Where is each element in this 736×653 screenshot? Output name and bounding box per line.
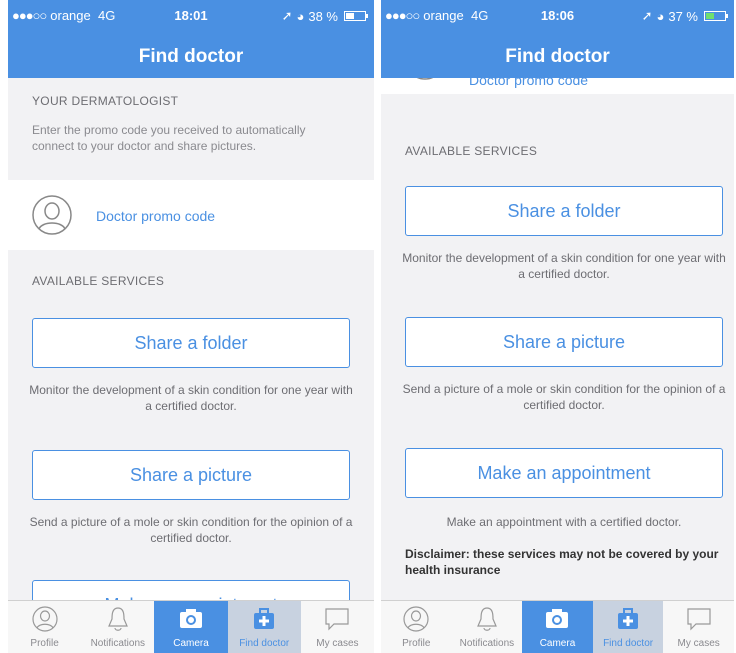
profile-icon — [403, 606, 429, 632]
alarm-icon: ◕ — [656, 8, 665, 24]
header: ●●●○○ orange 4G 18:06 ➚ ◕ 37 % Find docto… — [381, 0, 734, 78]
share-folder-description: Monitor the development of a skin condit… — [29, 383, 353, 413]
tab-label: My cases — [316, 638, 359, 649]
tab-label: Camera — [173, 638, 209, 649]
tab-label: Notifications — [90, 638, 146, 649]
status-bar: ●●●○○ orange 4G 18:06 ➚ ◕ 37 % — [381, 8, 734, 26]
status-bar: ●●●○○ orange 4G 18:01 ➚ ◕ 38 % — [8, 8, 374, 26]
tab-profile[interactable]: Profile — [381, 601, 452, 653]
tab-camera[interactable]: Camera — [522, 601, 593, 653]
tab-profile[interactable]: Profile — [8, 601, 81, 653]
tab-bar: Profile Notifications Camera Find doctor… — [381, 600, 734, 653]
doctor-promo-code-link[interactable]: Doctor promo code — [469, 78, 588, 88]
disclaimer-text: Disclaimer: these services may not be co… — [405, 547, 719, 577]
header: ●●●○○ orange 4G 18:01 ➚ ◕ 38 % Find docto… — [8, 0, 374, 78]
tab-notifications[interactable]: Notifications — [452, 601, 523, 653]
share-picture-button[interactable]: Share a picture — [32, 450, 350, 500]
location-icon: ➚ — [641, 8, 653, 23]
tab-label: Camera — [539, 638, 576, 649]
speech-bubble-icon — [687, 608, 711, 631]
share-folder-description: Monitor the development of a skin condit… — [402, 251, 726, 281]
share-folder-button[interactable]: Share a folder — [405, 186, 723, 236]
camera-icon — [180, 609, 202, 628]
status-right: ➚ ◕ 38 % — [281, 8, 368, 24]
make-appointment-description: Make an appointment with a certified doc… — [446, 515, 682, 529]
page-title: Find doctor — [138, 46, 244, 67]
share-picture-description: Send a picture of a mole or skin conditi… — [402, 382, 726, 412]
user-avatar-icon — [32, 195, 72, 235]
dermatologist-heading: YOUR DERMATOLOGIST — [32, 94, 179, 108]
tab-label: Profile — [402, 638, 431, 649]
phone-screen-left: ●●●○○ orange 4G 18:01 ➚ ◕ 38 % Find docto… — [8, 0, 374, 653]
content[interactable]: YOUR DERMATOLOGIST Enter the promo code … — [8, 78, 374, 600]
make-appointment-button[interactable]: Make an appointment — [405, 448, 723, 498]
tab-label: Find doctor — [239, 638, 290, 649]
battery-percent: 37 % — [668, 8, 698, 24]
page-title: Find doctor — [505, 46, 610, 67]
speech-bubble-icon — [325, 608, 350, 631]
services-heading: AVAILABLE SERVICES — [405, 144, 538, 158]
profile-icon — [31, 606, 58, 632]
dermatologist-description: Enter the promo code you received to aut… — [32, 123, 306, 153]
tab-my-cases[interactable]: My cases — [301, 601, 374, 653]
share-folder-button[interactable]: Share a folder — [32, 318, 350, 368]
phone-screen-right: ●●●○○ orange 4G 18:06 ➚ ◕ 37 % Find docto… — [381, 0, 734, 653]
tab-label: My cases — [677, 638, 720, 649]
battery-percent: 38 % — [308, 8, 338, 24]
content[interactable]: Doctor promo code AVAILABLE SERVICES Sha… — [381, 78, 734, 600]
promo-code-row[interactable]: Doctor promo code — [8, 180, 374, 250]
services-heading: AVAILABLE SERVICES — [32, 274, 165, 288]
tab-my-cases[interactable]: My cases — [663, 601, 734, 653]
make-appointment-button[interactable]: Make an appointment — [32, 580, 350, 600]
doctor-promo-code-link[interactable]: Doctor promo code — [96, 208, 215, 224]
medical-bag-icon — [254, 608, 275, 629]
tab-notifications[interactable]: Notifications — [81, 601, 154, 653]
bell-icon — [476, 607, 497, 631]
alarm-icon: ◕ — [296, 8, 305, 24]
share-picture-button[interactable]: Share a picture — [405, 317, 723, 367]
battery-icon — [704, 11, 728, 21]
tab-label: Notifications — [459, 638, 515, 649]
status-right: ➚ ◕ 37 % — [641, 8, 728, 24]
battery-icon — [344, 11, 368, 21]
promo-code-row[interactable]: Doctor promo code — [381, 78, 734, 94]
user-avatar-icon — [416, 78, 434, 80]
tab-find-doctor[interactable]: Find doctor — [227, 601, 301, 653]
camera-icon — [546, 609, 569, 628]
bell-icon — [107, 607, 128, 631]
tab-find-doctor[interactable]: Find doctor — [592, 601, 664, 653]
tab-label: Find doctor — [603, 638, 654, 649]
tab-label: Profile — [30, 638, 59, 649]
location-icon: ➚ — [281, 8, 293, 23]
medical-bag-icon — [618, 608, 639, 629]
tab-bar: Profile Notifications Camera Find doctor… — [8, 600, 374, 653]
tab-camera[interactable]: Camera — [154, 601, 228, 653]
share-picture-description: Send a picture of a mole or skin conditi… — [29, 515, 353, 545]
